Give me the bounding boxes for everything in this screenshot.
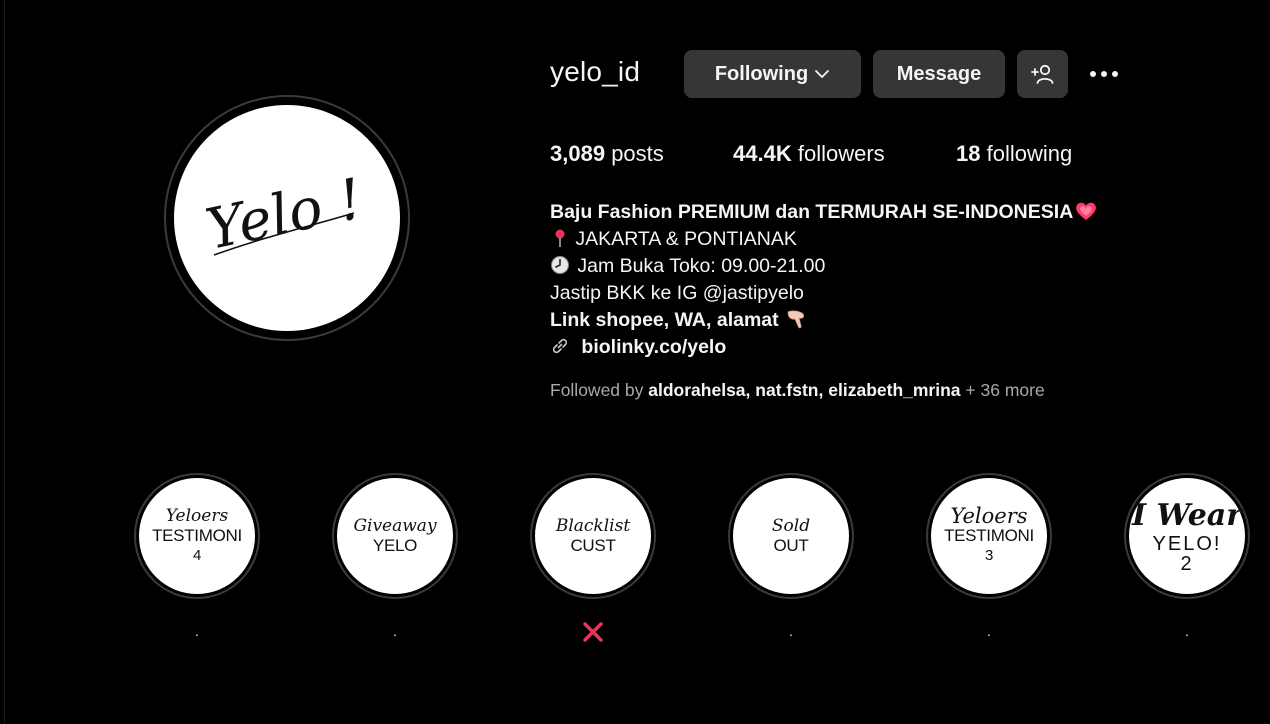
highlight-cover: Blacklist CUST [535,478,651,594]
avatar[interactable]: Yelo ! [164,95,410,341]
followed-by-prefix: Followed by [550,380,644,400]
highlight-script: Giveaway [353,516,437,536]
highlight-cover: Yeloers TESTIMONI 3 [931,478,1047,594]
bio-location: JAKARTA & PONTIANAK [575,228,797,250]
highlight-cover: Giveaway YELO [337,478,453,594]
message-button[interactable]: Message [873,50,1005,98]
followed-by[interactable]: Followed by aldorahelsa, nat.fstn, eliza… [550,380,1045,401]
highlight-label: . [987,623,991,639]
username: yelo_id [550,56,641,87]
more-horizontal-icon-dot [1101,71,1107,77]
highlight-cover: Sold OUT [733,478,849,594]
highlight-text: TESTIMONI [944,526,1034,545]
highlight-item[interactable]: Yeloers TESTIMONI 4 . [134,473,260,639]
bio-line: Link shopee, WA, alamat [550,307,1097,334]
highlight-item[interactable]: I Wear YELO! 2 . [1124,473,1250,639]
highlight-item[interactable]: Blacklist CUST [530,473,656,642]
highlight-text: YELO! [1152,533,1222,555]
highlight-label: . [789,623,793,639]
followed-by-user[interactable]: nat.fstn [755,380,818,400]
bio-links-note: Link shopee, WA, alamat [550,309,779,331]
bio: Baju Fashion PREMIUM dan TERMURAH SE-IND… [550,199,1097,361]
cross-mark-icon [583,622,603,642]
more-horizontal-icon-dot [1090,71,1096,77]
highlight-item[interactable]: Yeloers TESTIMONI 3 . [926,473,1052,639]
bio-line: Jastip BKK ke IG @jastipyelo [550,280,1097,307]
link-icon [552,338,568,354]
pointing-down-icon [787,310,805,329]
posts-stat: 3,089 posts [550,141,664,167]
bio-link[interactable]: biolinky.co/yelo [581,336,726,358]
highlight-label: . [195,623,199,639]
posts-label: posts [611,141,664,166]
bio-line: JAKARTA & PONTIANAK [550,226,1097,253]
more-options-button[interactable] [1086,64,1122,84]
highlight-label: . [393,623,397,639]
bio-line: Baju Fashion PREMIUM dan TERMURAH SE-IND… [550,199,1097,226]
highlight-ring: Blacklist CUST [530,473,656,599]
chevron-down-icon [815,70,830,78]
followers-label: followers [797,141,885,166]
following-button[interactable]: Following [684,50,861,98]
highlight-cover: I Wear YELO! 2 [1129,478,1245,594]
posts-count: 3,089 [550,141,606,166]
followers-link[interactable]: 44.4K followers [733,141,885,167]
bio-line: biolinky.co/yelo [550,334,1097,361]
bio-jastip: Jastip BKK ke IG @jastipyelo [550,282,804,304]
message-button-label: Message [896,62,982,85]
pin-icon [555,229,565,247]
followers-count: 44.4K [733,141,792,166]
highlight-ring: Yeloers TESTIMONI 3 [926,473,1052,599]
highlight-ring: Sold OUT [728,473,854,599]
highlight-script: Yeloers [165,506,229,526]
profile-page: Yelo ! yelo_id Following Message 3,089 p… [0,0,1270,724]
highlight-script: Sold [771,516,811,536]
more-horizontal-icon-dot [1112,71,1118,77]
followed-by-separator: , [745,380,751,400]
suggested-users-button[interactable] [1017,50,1068,98]
highlight-item[interactable]: Sold OUT . [728,473,854,639]
followed-by-user[interactable]: elizabeth_mrina [828,380,960,400]
avatar-image: Yelo ! [174,105,400,331]
following-button-label: Following [714,62,809,85]
highlight-script: Yeloers [950,504,1028,528]
following-link[interactable]: 18 following [956,141,1072,167]
highlight-script: Blacklist [555,516,631,536]
highlight-script: I Wear [1131,498,1243,533]
highlight-cover: Yeloers TESTIMONI 4 [139,478,255,594]
followed-by-user[interactable]: aldorahelsa [648,380,745,400]
following-label: following [986,141,1073,166]
divider [4,0,5,724]
followed-by-more: + 36 more [965,380,1045,400]
highlight-text: TESTIMONI [152,526,242,545]
add-person-icon [1030,64,1053,84]
heart-icon [1076,202,1097,220]
avatar-logo-text: Yelo ! [201,167,368,263]
highlight-label: . [1185,623,1189,639]
highlight-item[interactable]: Giveaway YELO . [332,473,458,639]
bio-hours: Jam Buka Toko: 09.00-21.00 [577,255,826,277]
bio-title: Baju Fashion PREMIUM dan TERMURAH SE-IND… [550,201,1074,223]
highlight-ring: Giveaway YELO [332,473,458,599]
bio-line: Jam Buka Toko: 09.00-21.00 [550,253,1097,280]
highlight-number: 2 [1180,553,1194,575]
highlight-text: YELO [372,536,418,555]
highlight-number: 4 [192,547,202,564]
highlight-ring: Yeloers TESTIMONI 4 [134,473,260,599]
clock-icon [551,256,569,274]
highlight-number: 3 [984,547,994,564]
following-count: 18 [956,141,981,166]
highlight-text: OUT [773,536,809,555]
followed-by-separator: , [818,380,824,400]
highlight-text: CUST [570,536,616,555]
highlight-ring: I Wear YELO! 2 [1124,473,1250,599]
